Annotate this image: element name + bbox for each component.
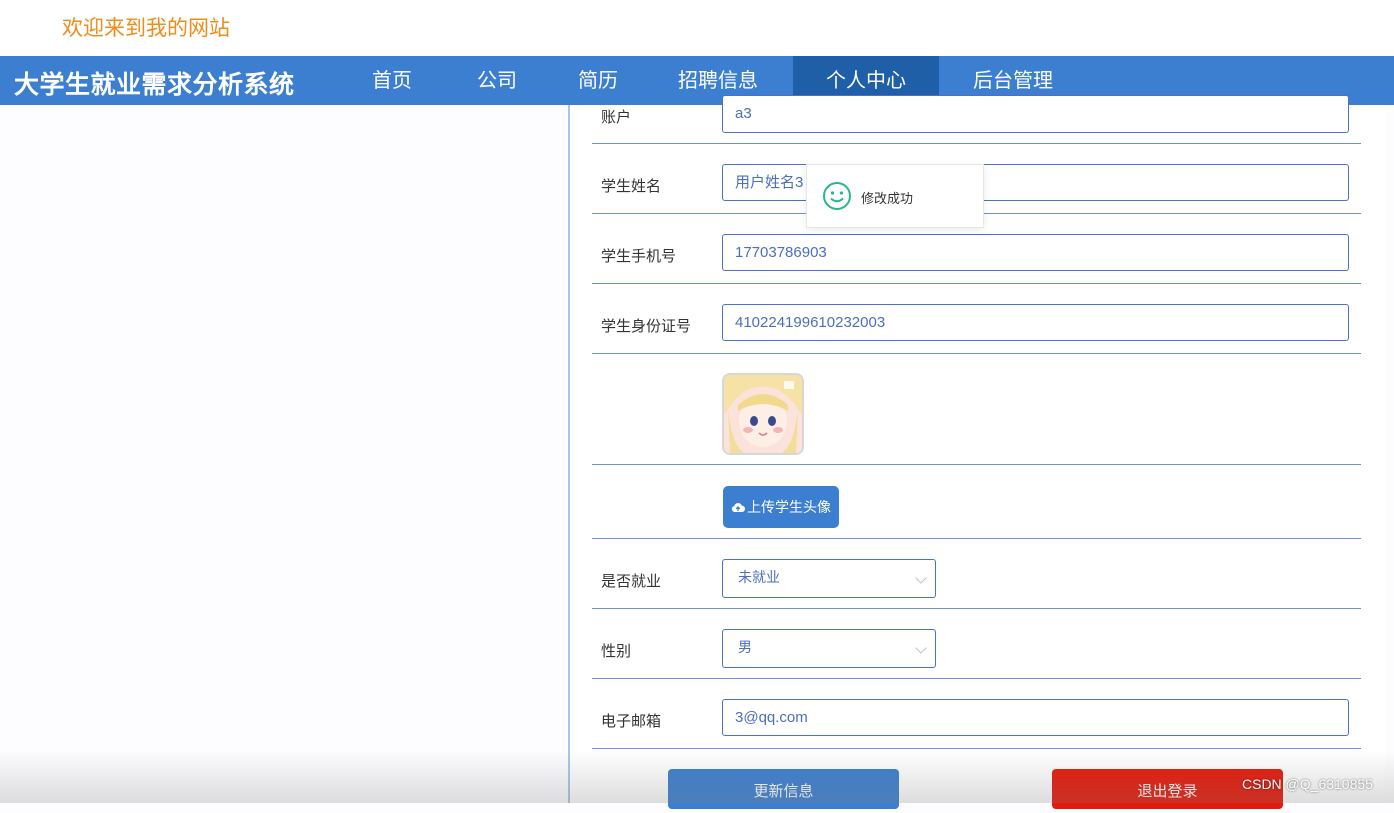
chevron-down-icon bbox=[915, 572, 927, 584]
phone-field[interactable]: 17703786903 bbox=[722, 234, 1349, 271]
row-divider bbox=[592, 283, 1361, 284]
row-divider bbox=[592, 353, 1361, 354]
employed-select[interactable]: 未就业 bbox=[722, 559, 936, 598]
cloud-upload-icon bbox=[731, 502, 745, 512]
smile-icon bbox=[823, 182, 851, 210]
upload-avatar-label: 上传学生头像 bbox=[747, 500, 831, 516]
welcome-bar: 欢迎来到我的网站 bbox=[0, 0, 1394, 56]
site-title: 大学生就业需求分析系统 bbox=[14, 70, 295, 99]
account-field[interactable]: a3 bbox=[722, 95, 1349, 133]
email-field[interactable]: 3@qq.com bbox=[722, 699, 1349, 736]
account-label: 账户 bbox=[601, 108, 632, 126]
chevron-down-icon bbox=[915, 642, 927, 654]
employed-label: 是否就业 bbox=[601, 572, 662, 590]
row-divider bbox=[592, 748, 1361, 749]
row-divider bbox=[592, 608, 1361, 609]
toast-message: 修改成功 bbox=[861, 192, 914, 207]
name-label: 学生姓名 bbox=[601, 177, 662, 195]
upload-avatar-button[interactable]: 上传学生头像 bbox=[723, 486, 839, 528]
id-card-field[interactable]: 410224199610232003 bbox=[722, 304, 1349, 341]
gender-label: 性别 bbox=[601, 642, 632, 660]
avatar-image bbox=[724, 375, 802, 453]
welcome-text: 欢迎来到我的网站 bbox=[62, 16, 230, 40]
nav-item-company[interactable]: 公司 bbox=[447, 56, 547, 105]
gender-select[interactable]: 男 bbox=[722, 629, 936, 668]
update-info-button[interactable]: 更新信息 bbox=[668, 769, 899, 809]
avatar bbox=[722, 373, 804, 455]
watermark: CSDN @Q_6310855 bbox=[1242, 776, 1373, 792]
gender-value: 男 bbox=[738, 640, 752, 656]
row-divider bbox=[592, 464, 1361, 465]
success-toast: 修改成功 bbox=[806, 164, 984, 228]
nav-item-resume[interactable]: 简历 bbox=[549, 56, 647, 105]
row-divider bbox=[592, 678, 1361, 679]
phone-label: 学生手机号 bbox=[601, 247, 677, 265]
employed-value: 未就业 bbox=[738, 570, 780, 586]
row-divider bbox=[592, 538, 1361, 539]
nav-item-home[interactable]: 首页 bbox=[343, 56, 441, 105]
id-card-label: 学生身份证号 bbox=[601, 317, 692, 335]
email-label: 电子邮箱 bbox=[601, 712, 662, 730]
row-divider bbox=[592, 143, 1361, 144]
